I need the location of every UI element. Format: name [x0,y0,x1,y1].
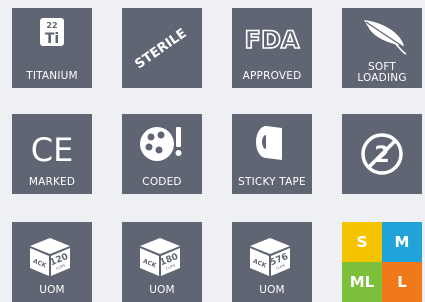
size-cell-m: M [382,222,422,262]
coded-tile: CODED [122,114,202,194]
uom-120-tile: ACK 120 CLIPS UOM [12,222,92,302]
fda-label: APPROVED [242,70,302,82]
svg-text:STERILE: STERILE [132,26,189,72]
size-grid: S M ML L [342,222,422,302]
soft-loading-label: SOFT LOADING [342,62,422,84]
sticky-tape-label: STICKY TAPE [238,176,306,188]
fda-tile: FDA APPROVED [232,8,312,88]
titanium-label: TITANIUM [26,70,78,82]
svg-text:22: 22 [46,21,57,30]
uom-180-label: UOM [149,284,175,296]
svg-text:FDA: FDA [245,26,300,54]
no-reuse-tile: 2 [342,114,422,194]
coded-label: CODED [142,176,182,188]
uom-576-tile: ACK 576 CLIPS UOM [232,222,312,302]
uom-120-label: UOM [39,284,65,296]
uom-180-tile: ACK 180 CLIPS UOM [122,222,202,302]
size-cell-ml: ML [342,262,382,302]
soft-loading-label-line2: LOADING [357,72,407,84]
sterile-tile: STERILE [122,8,202,88]
ce-tile: CE MARKED [12,114,92,194]
soft-loading-tile: SOFT LOADING [342,8,422,88]
size-cell-s: S [342,222,382,262]
size-cell-l: L [382,262,422,302]
titanium-tile: 22 Ti TITANIUM [12,8,92,88]
sticky-tape-tile: STICKY TAPE [232,114,312,194]
do-not-reuse-icon: 2 [361,133,403,175]
svg-text:CE: CE [31,131,74,169]
sterile-icon: STERILE [132,26,189,72]
uom-576-label: UOM [259,284,285,296]
ce-label: MARKED [28,176,76,188]
svg-text:Ti: Ti [45,31,59,47]
